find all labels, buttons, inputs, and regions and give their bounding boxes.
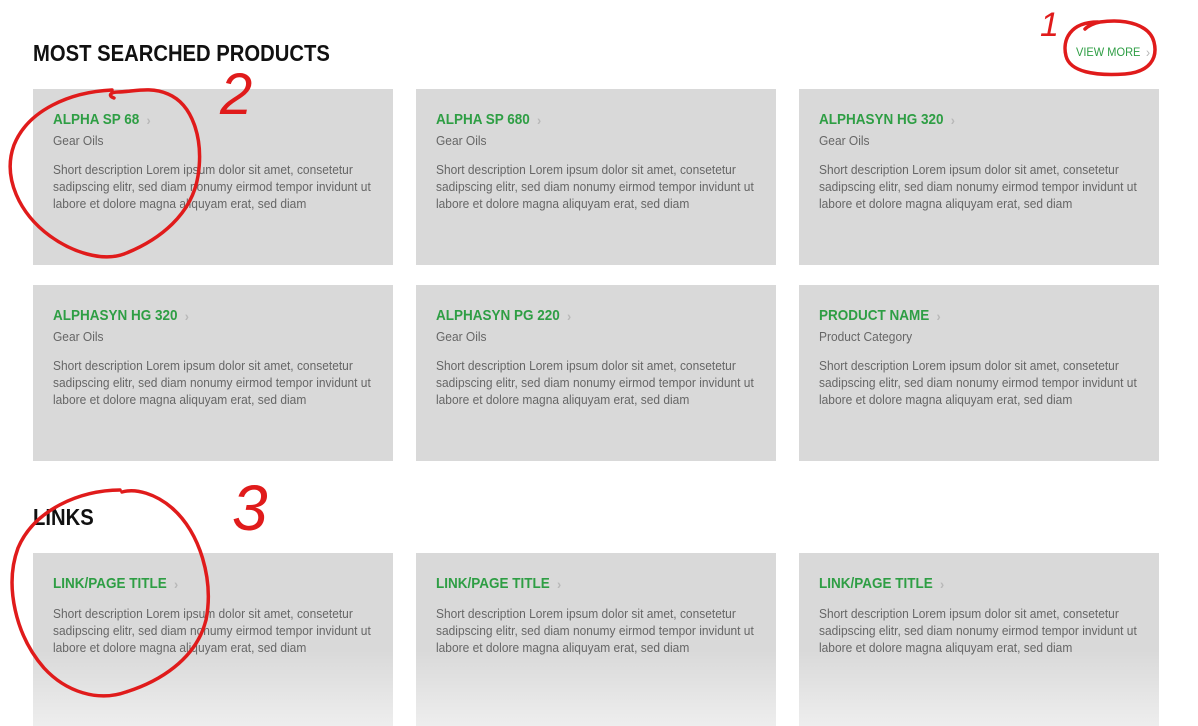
product-category: Gear Oils [53, 133, 104, 148]
product-description: Short description Lorem ipsum dolor sit … [436, 162, 754, 211]
link-title-text: LINK/PAGE TITLE [819, 575, 933, 592]
links-heading: LINKS [33, 504, 94, 530]
chevron-right-icon: › [936, 308, 941, 324]
product-card[interactable]: ALPHASYN HG 320 › Gear Oils Short descri… [33, 285, 393, 461]
product-description: Short description Lorem ipsum dolor sit … [53, 162, 371, 211]
annotation-numbers: 1 2 3 [219, 6, 1059, 544]
product-card[interactable]: ALPHASYN HG 320 › Gear Oils Short descri… [799, 89, 1159, 265]
product-name: PRODUCT NAME [819, 307, 930, 324]
chevron-right-icon: › [146, 112, 151, 128]
view-more-label: VIEW MORE [1076, 45, 1141, 59]
product-name: ALPHA SP 68 [53, 111, 140, 128]
chevron-right-icon: › [950, 112, 955, 128]
link-title-text: LINK/PAGE TITLE [436, 575, 550, 592]
chevron-right-icon: › [566, 308, 572, 324]
link-title[interactable]: LINK/PAGE TITLE › [53, 575, 341, 593]
link-card[interactable]: LINK/PAGE TITLE › Short description Lore… [799, 553, 1159, 726]
chevron-right-icon: › [184, 308, 189, 324]
annotation-number-3: 3 [232, 472, 268, 544]
link-title[interactable]: LINK/PAGE TITLE › [436, 575, 724, 593]
product-name: ALPHA SP 680 [436, 111, 530, 128]
product-card[interactable]: ALPHA SP 680 › Gear Oils Short descripti… [416, 89, 776, 265]
product-card[interactable]: PRODUCT NAME › Product Category Short de… [799, 285, 1159, 461]
product-name: ALPHASYN HG 320 [819, 111, 944, 128]
most-searched-products-heading: MOST SEARCHED PRODUCTS [33, 40, 330, 66]
link-title-text: LINK/PAGE TITLE [53, 575, 167, 592]
product-title[interactable]: PRODUCT NAME › [819, 307, 1107, 325]
product-title[interactable]: ALPHA SP 68 › [53, 111, 341, 129]
product-category: Gear Oils [436, 133, 487, 148]
link-title[interactable]: LINK/PAGE TITLE › [819, 575, 1107, 593]
chevron-right-icon: › [173, 576, 179, 592]
product-card[interactable]: ALPHA SP 68 › Gear Oils Short descriptio… [33, 89, 393, 265]
link-description: Short description Lorem ipsum dolor sit … [53, 606, 371, 655]
chevron-right-icon: › [1145, 44, 1151, 60]
product-name: ALPHASYN HG 320 [53, 307, 178, 324]
product-description: Short description Lorem ipsum dolor sit … [53, 358, 371, 407]
page: MOST SEARCHED PRODUCTS VIEW MORE › ALPHA… [0, 0, 1198, 726]
product-card[interactable]: ALPHASYN PG 220 › Gear Oils Short descri… [416, 285, 776, 461]
product-title[interactable]: ALPHASYN PG 220 › [436, 307, 724, 325]
product-title[interactable]: ALPHA SP 680 › [436, 111, 724, 129]
annotation-number-1: 1 [1040, 6, 1059, 44]
product-description: Short description Lorem ipsum dolor sit … [436, 358, 754, 407]
chevron-right-icon: › [536, 112, 542, 128]
chevron-right-icon: › [556, 576, 562, 592]
product-category: Gear Oils [53, 329, 104, 344]
product-title[interactable]: ALPHASYN HG 320 › [819, 111, 1107, 129]
link-description: Short description Lorem ipsum dolor sit … [436, 606, 754, 655]
link-card[interactable]: LINK/PAGE TITLE › Short description Lore… [416, 553, 776, 726]
chevron-right-icon: › [939, 576, 945, 592]
product-category: Gear Oils [436, 329, 487, 344]
link-card[interactable]: LINK/PAGE TITLE › Short description Lore… [33, 553, 393, 726]
view-more-link[interactable]: VIEW MORE › [1076, 45, 1150, 59]
product-name: ALPHASYN PG 220 [436, 307, 560, 324]
link-description: Short description Lorem ipsum dolor sit … [819, 606, 1137, 655]
product-description: Short description Lorem ipsum dolor sit … [819, 358, 1137, 407]
product-category: Gear Oils [819, 133, 870, 148]
product-category: Product Category [819, 329, 913, 344]
product-title[interactable]: ALPHASYN HG 320 › [53, 307, 341, 325]
product-description: Short description Lorem ipsum dolor sit … [819, 162, 1137, 211]
